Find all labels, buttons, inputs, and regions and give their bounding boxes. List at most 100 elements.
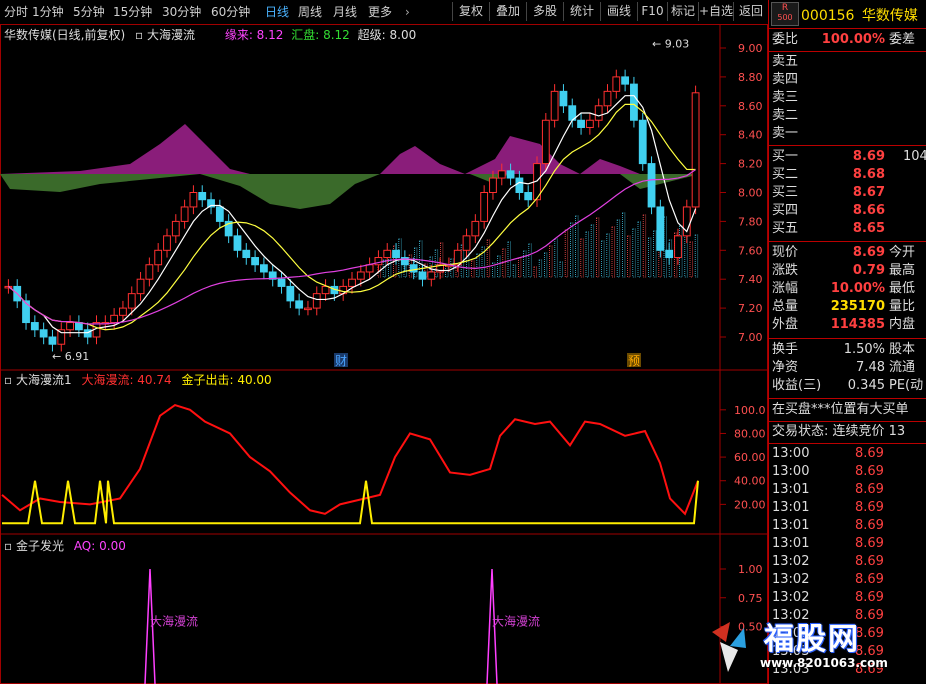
open-label: 今开 bbox=[889, 245, 916, 260]
tick-price: 8.69 bbox=[855, 482, 884, 497]
multi-stock-button[interactable]: 多股 bbox=[526, 2, 563, 21]
divider bbox=[769, 241, 926, 242]
sub2-toggle-icon[interactable]: ▫ bbox=[4, 539, 12, 553]
ask2-label: 卖二 bbox=[772, 108, 799, 123]
period-tab-weekly[interactable]: 周线 bbox=[298, 3, 322, 21]
outer-label: 外盘 bbox=[772, 317, 799, 332]
candle-body bbox=[630, 83, 638, 121]
ask-row[interactable]: 卖二 bbox=[769, 107, 926, 125]
period-tab-more[interactable]: 更多 bbox=[368, 3, 392, 21]
add-watchlist-button[interactable]: +自选 bbox=[698, 2, 733, 21]
candle-body bbox=[612, 76, 621, 92]
price-axis-label: 7.00 bbox=[738, 331, 763, 344]
volume-bar bbox=[544, 252, 548, 278]
candle-body bbox=[295, 300, 304, 309]
ask-row[interactable]: 卖一 bbox=[769, 125, 926, 143]
candle-body bbox=[356, 271, 365, 280]
volume-bar bbox=[445, 265, 449, 278]
sub1-name[interactable]: 大海漫流1 bbox=[16, 373, 72, 387]
ask-row[interactable]: 卖三 bbox=[769, 89, 926, 107]
tick-time: 13:02 bbox=[772, 590, 810, 605]
tick-price: 8.69 bbox=[855, 446, 884, 461]
bid-row[interactable]: 买五 8.65 bbox=[769, 220, 926, 238]
period-tab-1min[interactable]: 1分钟 bbox=[32, 3, 64, 21]
candle-body bbox=[110, 314, 119, 324]
sub1-toggle-icon[interactable]: ▫ bbox=[4, 373, 12, 387]
candle-body bbox=[656, 206, 665, 251]
bid-row[interactable]: 买四 8.66 bbox=[769, 202, 926, 220]
f10-button[interactable]: F10 bbox=[637, 2, 667, 21]
bid1-price: 8.69 bbox=[852, 149, 885, 164]
bid5-price: 8.65 bbox=[852, 221, 885, 236]
candle-body bbox=[621, 76, 630, 85]
period-tab-30min[interactable]: 30分钟 bbox=[162, 3, 201, 21]
candle-body bbox=[489, 177, 497, 194]
ma5-line bbox=[8, 95, 697, 334]
tick-price: 8.69 bbox=[855, 464, 884, 479]
ask3-label: 卖三 bbox=[772, 90, 799, 105]
volume-bar bbox=[611, 226, 615, 278]
candle-body bbox=[480, 192, 489, 222]
aq-spike-label: 大海漫流 bbox=[150, 614, 198, 629]
period-tab-daily[interactable]: 日线 bbox=[265, 3, 289, 21]
bid-row[interactable]: 买二 8.68 bbox=[769, 166, 926, 184]
volume-bar bbox=[413, 247, 418, 278]
bid-row[interactable]: 买一 8.69 104 bbox=[769, 148, 926, 166]
volume-bar bbox=[601, 240, 605, 278]
ask-row[interactable]: 卖五 bbox=[769, 53, 926, 71]
bid5-label: 买五 bbox=[772, 221, 799, 236]
price-axis-label: 7.80 bbox=[738, 215, 763, 228]
candle-body bbox=[392, 249, 400, 259]
volume-bar bbox=[694, 234, 699, 278]
back-button[interactable]: 返回 bbox=[733, 2, 768, 21]
period-tab-15min[interactable]: 15分钟 bbox=[113, 3, 152, 21]
sub1-axis-label: 60.00 bbox=[734, 451, 766, 464]
price-axis-label: 7.60 bbox=[738, 244, 763, 257]
ask-row[interactable]: 卖四 bbox=[769, 71, 926, 89]
quote-row-change: 涨跌 0.79 最高 bbox=[769, 262, 926, 280]
draw-line-button[interactable]: 画线 bbox=[600, 2, 637, 21]
ask4-label: 卖四 bbox=[772, 72, 799, 87]
overlay-button[interactable]: 叠加 bbox=[489, 2, 526, 21]
candle-body bbox=[515, 177, 524, 194]
period-tab-monthly[interactable]: 月线 bbox=[333, 3, 357, 21]
tick-time: 13:00 bbox=[772, 464, 810, 479]
candle-body bbox=[154, 249, 163, 266]
volume-bar bbox=[564, 229, 569, 278]
adjust-button[interactable]: 复权 bbox=[452, 2, 489, 21]
volume-bar bbox=[590, 224, 595, 278]
tick-price: 8.69 bbox=[855, 500, 884, 515]
candle-body bbox=[127, 293, 136, 309]
volume-bar bbox=[471, 260, 475, 278]
mark-button[interactable]: 标记 bbox=[667, 2, 698, 21]
period-tab-60min[interactable]: 60分钟 bbox=[211, 3, 250, 21]
bid4-label: 买四 bbox=[772, 203, 799, 218]
period-tab-5min[interactable]: 5分钟 bbox=[73, 3, 105, 21]
candle-body bbox=[189, 192, 198, 208]
statistics-button[interactable]: 统计 bbox=[563, 2, 600, 21]
indicator-toggle-icon[interactable]: ▫ bbox=[135, 28, 143, 42]
net-asset-label: 净资 bbox=[772, 360, 799, 375]
change-pct-label: 涨幅 bbox=[772, 281, 799, 296]
candle-body bbox=[242, 249, 251, 259]
indicator-item-chaoji: 超级: 8.00 bbox=[357, 28, 417, 42]
high-price-label: ← 9.03 bbox=[652, 38, 689, 51]
ma30-line bbox=[8, 169, 696, 325]
main-indicator-name[interactable]: 大海漫流 bbox=[147, 28, 195, 42]
bid2-price: 8.68 bbox=[852, 167, 885, 182]
quote-row-volume: 总量 235170 量比 bbox=[769, 298, 926, 316]
weicha-label: 委差 bbox=[889, 32, 916, 47]
candle-body bbox=[550, 90, 559, 121]
bid-row[interactable]: 买三 8.67 bbox=[769, 184, 926, 202]
period-tab-intraday[interactable]: 分时 bbox=[4, 3, 28, 21]
main-price-pane: 9.00 8.80 8.60 8.40 8.20 8.00 7.80 7.60 7.40 7.20… bbox=[0, 38, 763, 368]
chart-area[interactable]: 9.00 8.80 8.60 8.40 8.20 8.00 7.80 7.60 7.40 7.20… bbox=[0, 24, 768, 684]
indicator-item-huipan: 汇盘: 8.12 bbox=[291, 28, 350, 42]
candle-body bbox=[145, 264, 154, 280]
sub2-name[interactable]: 金子发光 bbox=[16, 539, 64, 553]
candle-body bbox=[39, 329, 48, 338]
bid1-volume: 104 bbox=[903, 149, 926, 164]
volume-bar bbox=[512, 264, 517, 278]
change-pct-value: 10.00% bbox=[830, 281, 885, 296]
more-arrow-icon[interactable]: › bbox=[405, 3, 410, 21]
